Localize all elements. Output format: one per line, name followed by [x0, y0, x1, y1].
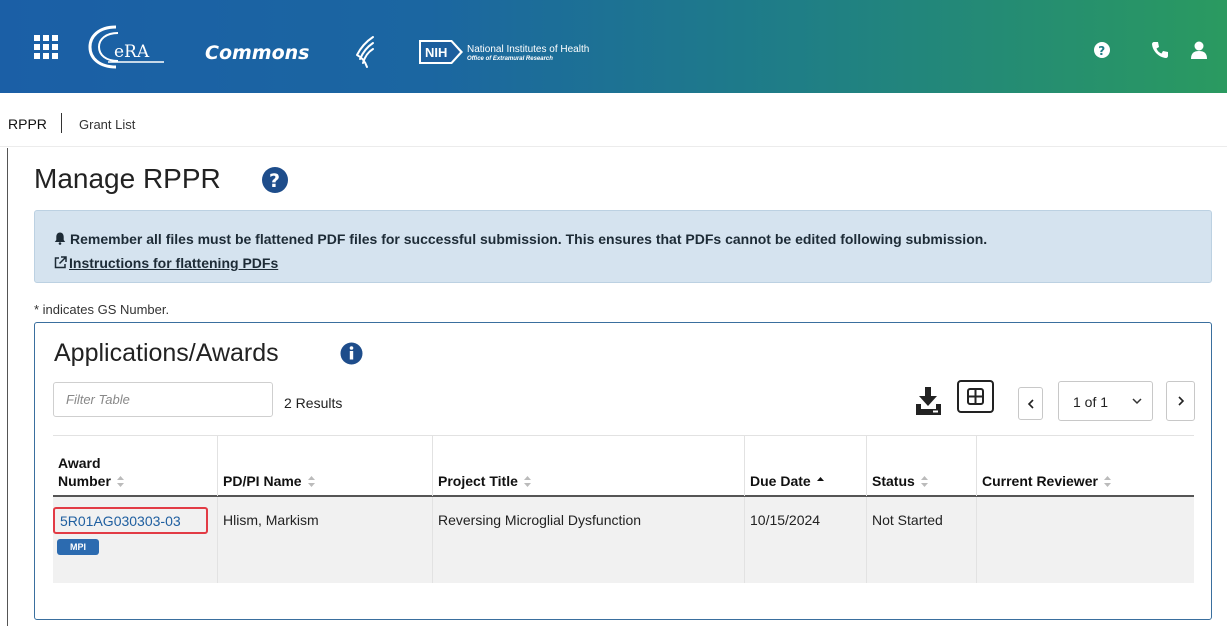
- nih-office: Office of Extramural Research: [467, 56, 553, 62]
- col-status[interactable]: Status: [866, 436, 976, 496]
- era-logo-text: eRA: [114, 42, 150, 62]
- next-page-button[interactable]: [1166, 381, 1195, 421]
- page-select[interactable]: 1 of 1: [1058, 381, 1153, 421]
- chevron-right-icon: [1177, 396, 1184, 406]
- nih-badge-text: NIH: [425, 45, 447, 60]
- nih-logo: NIH: [419, 40, 463, 64]
- info-icon[interactable]: [340, 342, 363, 365]
- svg-text:?: ?: [269, 170, 280, 192]
- flatten-instructions-label: Instructions for flattening PDFs: [69, 255, 279, 271]
- sort-ascending-icon: [816, 477, 824, 481]
- col-project-title[interactable]: Project Title: [432, 436, 744, 496]
- hhs-eagle-icon: [353, 35, 377, 69]
- era-logo[interactable]: eRA: [86, 24, 166, 70]
- top-header: eRA Commons NIH National Institutes of H…: [0, 0, 1227, 93]
- cell-current-reviewer: [976, 497, 1194, 583]
- bell-icon: [54, 232, 66, 245]
- sort-icon: [1103, 476, 1111, 487]
- alert-message: Remember all files must be flattened PDF…: [70, 231, 988, 247]
- grid-menu-icon[interactable]: [34, 35, 58, 59]
- project-title: Reversing Microglial Dysfunction: [438, 512, 642, 528]
- gs-number-note: * indicates GS Number.: [34, 302, 170, 317]
- pi-name: Hlism, Markism: [223, 512, 319, 528]
- col-project-title-label: Project Title: [438, 473, 518, 489]
- breadcrumb-rppr[interactable]: RPPR: [8, 116, 47, 132]
- nih-name: National Institutes of Health: [467, 44, 590, 55]
- award-number-link[interactable]: 5R01AG030303-03: [53, 507, 208, 534]
- sort-icon: [523, 476, 531, 487]
- breadcrumb-grant-list: Grant List: [79, 117, 136, 132]
- sort-icon: [920, 476, 928, 487]
- filter-table-input[interactable]: [53, 382, 273, 417]
- cell-project-title: Reversing Microglial Dysfunction: [432, 497, 744, 583]
- col-current-reviewer[interactable]: Current Reviewer: [976, 436, 1194, 496]
- cell-pi-name: Hlism, Markism: [217, 497, 432, 583]
- sort-icon: [307, 476, 315, 487]
- help-icon[interactable]: ?: [1092, 40, 1112, 60]
- user-icon[interactable]: [1189, 40, 1209, 60]
- sort-icon: [116, 476, 124, 487]
- due-date: 10/15/2024: [750, 512, 821, 528]
- table-columns-icon: [967, 388, 984, 405]
- status: Not Started: [872, 512, 943, 528]
- applications-panel: Applications/Awards 2 Results 1 of 1: [34, 322, 1212, 620]
- phone-icon[interactable]: [1150, 40, 1170, 60]
- col-award-line1: Award: [58, 455, 101, 471]
- previous-page-button[interactable]: [1018, 387, 1043, 420]
- svg-text:?: ?: [1098, 44, 1105, 58]
- page-title: Manage RPPR: [34, 163, 221, 194]
- cell-status: Not Started: [866, 497, 976, 583]
- table-header: Award Number PD/PI Name Project Title Due…: [53, 435, 1194, 497]
- cell-due-date: 10/15/2024: [744, 497, 866, 583]
- flatten-instructions-link[interactable]: Instructions for flattening PDFs: [54, 255, 278, 271]
- col-due-date-label: Due Date: [750, 473, 811, 489]
- chevron-down-icon: [1132, 398, 1142, 405]
- awards-table: Award Number PD/PI Name Project Title Due…: [53, 435, 1194, 583]
- breadcrumb-separator: [61, 113, 62, 133]
- col-pi-name-label: PD/PI Name: [223, 473, 302, 489]
- col-award-number[interactable]: Award Number: [53, 436, 217, 496]
- col-due-date[interactable]: Due Date: [744, 436, 866, 496]
- cell-award-number: 5R01AG030303-03 MPI: [53, 497, 217, 583]
- chevron-left-icon: [1027, 398, 1034, 409]
- col-current-reviewer-label: Current Reviewer: [982, 473, 1098, 489]
- col-pi-name[interactable]: PD/PI Name: [217, 436, 432, 496]
- help-circle-icon[interactable]: ?: [260, 165, 290, 195]
- alert-message-row: Remember all files must be flattened PDF…: [54, 231, 987, 247]
- product-name: Commons: [205, 42, 310, 64]
- breadcrumb: RPPR Grant List: [0, 93, 1227, 147]
- col-award-line2: Number: [58, 473, 111, 489]
- panel-title: Applications/Awards: [54, 339, 279, 367]
- left-rule: [7, 148, 8, 626]
- download-icon[interactable]: [914, 386, 944, 416]
- page-select-value: 1 of 1: [1073, 394, 1109, 410]
- flatten-pdf-alert: Remember all files must be flattened PDF…: [34, 210, 1212, 283]
- nih-title: National Institutes of Health Office of …: [467, 44, 589, 63]
- award-number-text: 5R01AG030303-03: [60, 513, 181, 529]
- col-status-label: Status: [872, 473, 915, 489]
- external-link-icon: [54, 256, 67, 269]
- mpi-badge: MPI: [57, 539, 99, 555]
- table-row: 5R01AG030303-03 MPI Hlism, Markism Rever…: [53, 497, 1194, 583]
- results-count: 2 Results: [284, 395, 343, 411]
- column-settings-button[interactable]: [957, 380, 994, 413]
